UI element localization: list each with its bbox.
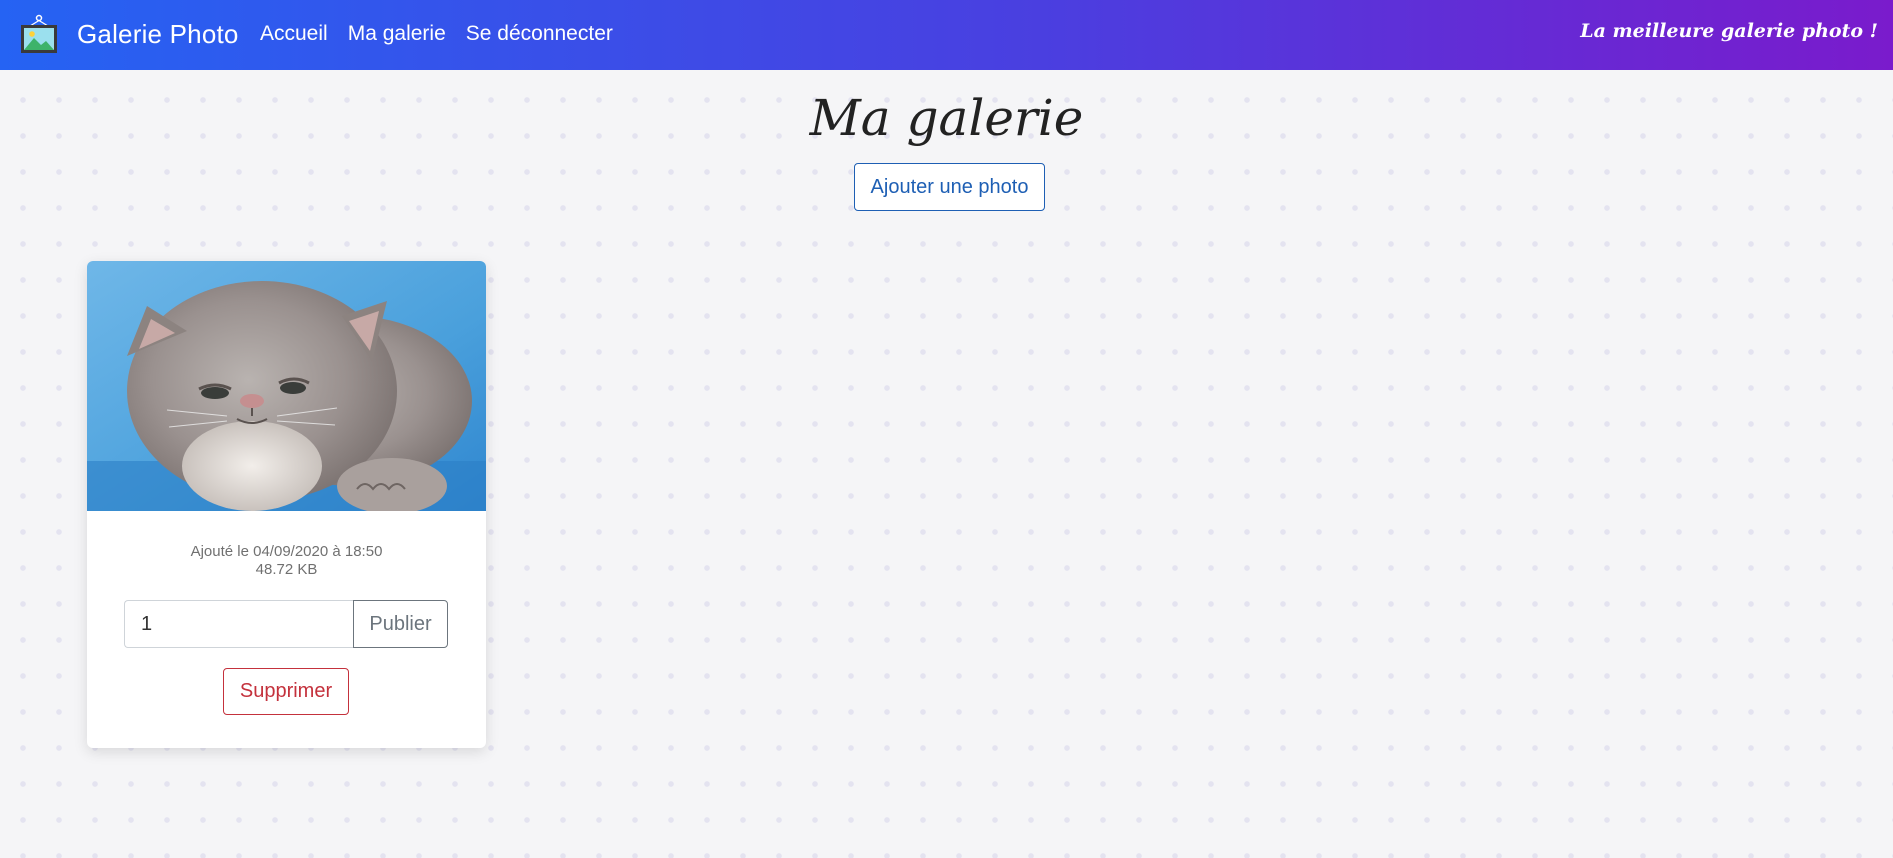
photo-thumbnail[interactable]	[87, 261, 486, 511]
top-navbar: Galerie Photo Accueil Ma galerie Se déco…	[0, 0, 1893, 70]
nav-links: Accueil Ma galerie Se déconnecter	[260, 22, 613, 46]
add-photo-button[interactable]: Ajouter une photo	[854, 163, 1045, 211]
page-title: Ma galerie	[809, 89, 1084, 147]
delete-button[interactable]: Supprimer	[223, 668, 349, 715]
publish-group: Publier	[124, 600, 448, 648]
picture-frame-icon[interactable]	[20, 14, 58, 54]
navbar-tagline: La meilleure galerie photo !	[1580, 20, 1878, 42]
nav-link-logout[interactable]: Se déconnecter	[466, 22, 613, 46]
nav-link-home[interactable]: Accueil	[260, 22, 328, 46]
photo-added-date: Ajouté le 04/09/2020 à 18:50	[190, 543, 383, 560]
photo-file-size: 48.72 KB	[255, 561, 318, 578]
photo-meta: Ajouté le 04/09/2020 à 18:50 48.72 KB	[87, 543, 486, 579]
brand-name[interactable]: Galerie Photo	[77, 19, 239, 50]
nav-link-my-gallery[interactable]: Ma galerie	[348, 22, 446, 46]
publish-button[interactable]: Publier	[353, 600, 448, 648]
photo-card: Ajouté le 04/09/2020 à 18:50 48.72 KB Pu…	[87, 261, 486, 748]
publish-input[interactable]	[124, 600, 353, 648]
